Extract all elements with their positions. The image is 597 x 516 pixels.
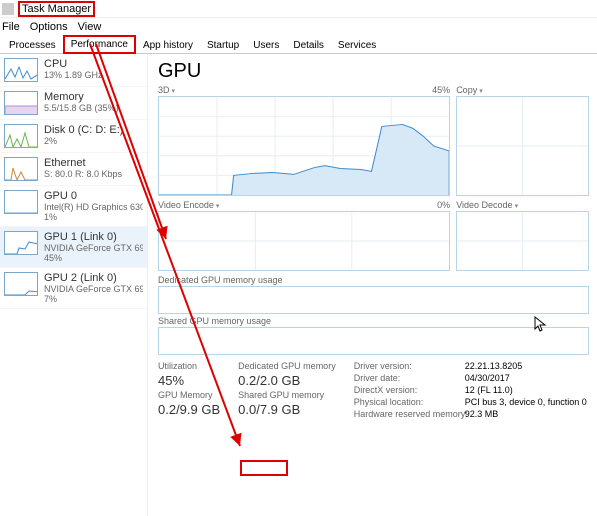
directx-k: DirectX version: xyxy=(354,385,459,395)
mouse-cursor-icon xyxy=(534,316,548,334)
stats-right: Driver version: 22.21.13.8205 Driver date… xyxy=(354,361,587,419)
stat-gpumem-label: GPU Memory xyxy=(158,390,220,400)
sidebar-label: GPU 0 xyxy=(44,190,143,202)
tab-services[interactable]: Services xyxy=(331,37,383,53)
chart-3d-label[interactable]: 3D xyxy=(158,85,175,95)
sidebar-label: Memory xyxy=(44,91,143,103)
chart-decode-area xyxy=(456,211,589,271)
driver-version-k: Driver version: xyxy=(354,361,459,371)
chart-copy-label[interactable]: Copy xyxy=(456,85,483,95)
thumb-disk xyxy=(4,124,38,148)
sidebar-item-ethernet[interactable]: EthernetS: 80.0 R: 8.0 Kbps xyxy=(0,153,147,186)
physloc-k: Physical location: xyxy=(354,397,459,407)
sidebar-label: Disk 0 (C: D: E:) xyxy=(44,124,143,136)
app-icon xyxy=(2,3,14,15)
sidebar-item-cpu[interactable]: CPU13% 1.89 GHz xyxy=(0,54,147,87)
chart-decode-label[interactable]: Video Decode xyxy=(456,200,518,210)
thumb-gpu1 xyxy=(4,231,38,255)
tab-processes[interactable]: Processes xyxy=(2,37,63,53)
menu-options[interactable]: Options xyxy=(30,21,68,33)
thumb-memory xyxy=(4,91,38,115)
tab-details[interactable]: Details xyxy=(286,37,331,53)
main-panel: GPU 3D 45% Copy xyxy=(148,54,597,516)
sidebar-sub: Intel(R) HD Graphics 630 xyxy=(44,202,143,212)
sidebar-item-gpu2[interactable]: GPU 2 (Link 0)NVIDIA GeForce GTX 6907% xyxy=(0,268,147,309)
stat-utilization-value: 45% xyxy=(158,373,220,388)
stats-mid: Dedicated GPU memory 0.2/2.0 GB Shared G… xyxy=(238,361,336,419)
sidebar-sub2: 1% xyxy=(44,212,143,222)
stat-dedmem-value: 0.2/2.0 GB xyxy=(238,373,336,388)
sidebar-item-gpu0[interactable]: GPU 0Intel(R) HD Graphics 6301% xyxy=(0,186,147,227)
menu-view[interactable]: View xyxy=(78,21,102,33)
stat-utilization-label: Utilization xyxy=(158,361,220,371)
tabbar: Processes Performance App history Startu… xyxy=(0,36,597,54)
chart-video-decode: Video Decode xyxy=(456,200,589,271)
tab-performance[interactable]: Performance xyxy=(63,35,136,54)
thumb-gpu0 xyxy=(4,190,38,214)
sidebar-sub: 2% xyxy=(44,136,143,146)
sidebar-sub2: 45% xyxy=(44,253,143,263)
page-title: GPU xyxy=(158,60,589,83)
sidebar-item-gpu1[interactable]: GPU 1 (Link 0)NVIDIA GeForce GTX 69045% xyxy=(0,227,147,268)
dedicated-mem-chart xyxy=(158,286,589,314)
stats-area: Utilization 45% GPU Memory 0.2/9.9 GB De… xyxy=(158,361,589,419)
sidebar-sub: S: 80.0 R: 8.0 Kbps xyxy=(44,169,143,179)
sidebar: CPU13% 1.89 GHz Memory5.5/15.8 GB (35%) … xyxy=(0,54,148,516)
titlebar: Task Manager xyxy=(0,0,597,18)
stats-left: Utilization 45% GPU Memory 0.2/9.9 GB xyxy=(158,361,220,419)
hwres-k: Hardware reserved memory: xyxy=(354,409,459,419)
shared-mem-label: Shared GPU memory usage xyxy=(158,316,589,326)
tab-users[interactable]: Users xyxy=(246,37,286,53)
thumb-gpu2 xyxy=(4,272,38,296)
chart-3d: 3D 45% xyxy=(158,85,450,196)
sidebar-item-disk[interactable]: Disk 0 (C: D: E:)2% xyxy=(0,120,147,153)
physloc-v: PCI bus 3, device 0, function 0 xyxy=(465,397,587,407)
chart-copy: Copy xyxy=(456,85,589,196)
hwres-v: 92.3 MB xyxy=(465,409,499,419)
chart-3d-area xyxy=(158,96,450,196)
sidebar-sub: NVIDIA GeForce GTX 690 xyxy=(44,243,143,253)
sidebar-label: GPU 2 (Link 0) xyxy=(44,272,143,284)
sidebar-label: CPU xyxy=(44,58,143,70)
app-title: Task Manager xyxy=(18,1,95,17)
stat-dedmem-label: Dedicated GPU memory xyxy=(238,361,336,371)
thumb-ethernet xyxy=(4,157,38,181)
tab-app-history[interactable]: App history xyxy=(136,37,200,53)
driver-date-k: Driver date: xyxy=(354,373,459,383)
chart-video-encode: Video Encode 0% xyxy=(158,200,450,271)
sidebar-sub2: 7% xyxy=(44,294,143,304)
directx-v: 12 (FL 11.0) xyxy=(465,385,513,395)
sidebar-item-memory[interactable]: Memory5.5/15.8 GB (35%) xyxy=(0,87,147,120)
chart-3d-value: 45% xyxy=(432,85,450,95)
sidebar-label: GPU 1 (Link 0) xyxy=(44,231,143,243)
thumb-cpu xyxy=(4,58,38,82)
stat-shmem-value: 0.0/7.9 GB xyxy=(238,402,336,417)
shared-mem-chart xyxy=(158,327,589,355)
sidebar-label: Ethernet xyxy=(44,157,143,169)
menubar: File Options View xyxy=(0,18,597,36)
chart-encode-value: 0% xyxy=(437,200,450,210)
sidebar-sub: NVIDIA GeForce GTX 690 xyxy=(44,284,143,294)
chart-encode-label[interactable]: Video Encode xyxy=(158,200,219,210)
dedicated-mem-label: Dedicated GPU memory usage xyxy=(158,275,589,285)
sidebar-sub: 5.5/15.8 GB (35%) xyxy=(44,103,143,113)
menu-file[interactable]: File xyxy=(2,21,20,33)
chart-encode-area xyxy=(158,211,450,271)
stat-gpumem-value: 0.2/9.9 GB xyxy=(158,402,220,417)
driver-version-v: 22.21.13.8205 xyxy=(465,361,523,371)
chart-copy-area xyxy=(456,96,589,196)
driver-date-v: 04/30/2017 xyxy=(465,373,510,383)
sidebar-sub: 13% 1.89 GHz xyxy=(44,70,143,80)
tab-startup[interactable]: Startup xyxy=(200,37,246,53)
stat-shmem-label: Shared GPU memory xyxy=(238,390,336,400)
